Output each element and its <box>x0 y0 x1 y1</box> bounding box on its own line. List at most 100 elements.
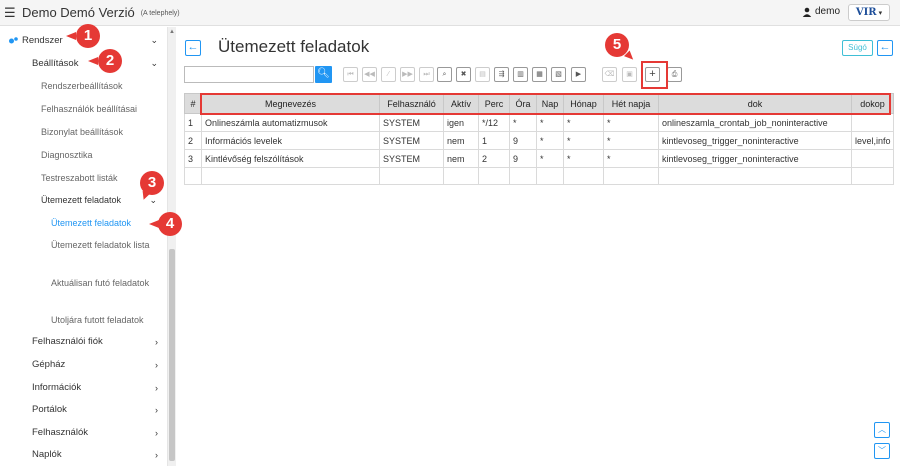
sidebar-item-gephaz[interactable]: Gépház › <box>32 359 158 370</box>
sidebar-item-label: Utoljára futott feladatok <box>51 315 144 325</box>
table-cell: */12 <box>478 113 510 132</box>
table-row[interactable]: 3 Kintlévőség felszólítások SYSTEM nem 2… <box>184 149 894 168</box>
table-row[interactable]: 2 Információs levelek SYSTEM nem 1 9 * *… <box>184 131 894 150</box>
sidebar-item-informaciok[interactable]: Információk › <box>32 382 158 393</box>
first-page-button[interactable]: ⏮ <box>343 67 358 82</box>
edit-button[interactable]: ▣ <box>622 67 637 82</box>
sidebar-item-felhasznalok[interactable]: Felhasználók › <box>32 427 158 438</box>
annotation-pointer <box>66 32 76 40</box>
sidebar-item-utemezett-feladatok-lista[interactable]: Ütemezett feladatok lista <box>51 239 163 251</box>
table-cell: SYSTEM <box>379 149 444 168</box>
chevron-right-icon: › <box>155 336 158 347</box>
table-cell: kintlevoseg_trigger_noninteractive <box>658 131 852 150</box>
table-cell: 1 <box>184 113 202 132</box>
sidebar-item-label: Rendszer <box>22 35 63 46</box>
chevron-right-icon: › <box>155 382 158 393</box>
sidebar-item-naplok[interactable]: Naplók › <box>32 449 158 460</box>
import-icon: ▶ <box>575 71 582 78</box>
sidebar-item-label: Bizonylat beállítások <box>41 127 124 137</box>
import-button[interactable]: ▶ <box>571 67 586 82</box>
hamburger-menu-icon[interactable]: ☰ <box>4 5 18 21</box>
table-cell: kintlevoseg_trigger_noninteractive <box>658 149 852 168</box>
sidebar-item-utemezett-feladatok-active[interactable]: Ütemezett feladatok <box>51 217 163 229</box>
document-button[interactable]: ▤ <box>475 67 490 82</box>
sidebar: Rendszer ⌄ Beállítások ⌄ Rendszerbeállít… <box>0 27 176 466</box>
sidebar-item-utoljara-futott[interactable]: Utoljára futott feladatok <box>51 314 163 326</box>
back-button[interactable]: ← <box>185 40 201 56</box>
sidebar-item-label: Információk <box>32 382 82 393</box>
sidebar-item-aktualisan-futo[interactable]: Aktuálisan futó feladatok <box>51 277 163 289</box>
file-export-button[interactable]: ▧ <box>551 67 566 82</box>
sidebar-item-rendszerbeallitasok[interactable]: Rendszerbeállítások <box>41 81 161 91</box>
table-cell: * <box>563 149 604 168</box>
backspace-icon: ⌫ <box>604 71 615 78</box>
document-icon: ▤ <box>479 71 486 78</box>
delete-button[interactable]: ⌫ <box>602 67 617 82</box>
chevron-right-icon: › <box>155 427 158 438</box>
sidebar-item-label: Ütemezett feladatok <box>41 195 122 205</box>
table-cell: * <box>563 131 604 150</box>
app-subtitle: (A telephely) <box>140 10 180 17</box>
table-cell: 1 <box>478 131 510 150</box>
scroll-bottom-button[interactable]: ﹀ <box>874 443 890 459</box>
prev-page-icon: ◀◀ <box>364 71 375 78</box>
user-menu[interactable]: demo <box>802 6 840 17</box>
chevron-up-icon: ︿ <box>878 425 886 434</box>
table-cell: igen <box>443 113 479 132</box>
scrollbar-thumb[interactable] <box>169 249 175 461</box>
search-icon: 🔍︎ <box>317 68 330 79</box>
sidebar-item-bizonylat-beallitasok[interactable]: Bizonylat beállítások <box>41 127 161 137</box>
filter-button[interactable]: ⌕ <box>437 67 452 82</box>
clear-filter-button[interactable]: ✖ <box>456 67 471 82</box>
search-button[interactable]: 🔍︎ <box>315 66 332 83</box>
sidebar-item-label: Beállítások <box>32 58 79 69</box>
help-button[interactable]: Súgó <box>842 40 873 56</box>
table-cell: 2 <box>478 149 510 168</box>
sidebar-item-felhasznaloi-fiok[interactable]: Felhasználói fiók › <box>32 336 158 347</box>
last-page-button[interactable]: ⏭ <box>419 67 434 82</box>
edit-icon: ▣ <box>626 71 633 78</box>
sidebar-item-felhasznalok-beallitasai[interactable]: Felhasználók beállításai <box>41 104 161 114</box>
first-page-icon: ⏮ <box>347 71 354 78</box>
table-cell: nem <box>443 131 479 150</box>
file-export-icon: ▧ <box>555 71 562 78</box>
gears-icon <box>9 37 18 44</box>
chevron-down-icon: ⌄ <box>149 194 157 205</box>
arrow-left-icon: ← <box>187 41 199 53</box>
back-button-right[interactable]: ← <box>877 40 893 56</box>
logo-menu-button[interactable]: VIR ▾ <box>848 4 890 21</box>
sidebar-item-label: Aktuálisan futó feladatok <box>51 278 150 288</box>
annotation-pointer <box>149 220 159 228</box>
sidebar-item-label: Ütemezett feladatok <box>51 218 132 228</box>
print-icon: ⎙ <box>671 71 678 78</box>
table-cell: SYSTEM <box>379 131 444 150</box>
chevron-right-icon: › <box>155 359 158 370</box>
scroll-up-icon[interactable]: ▲ <box>169 29 175 35</box>
annotation-highlight-table-header <box>200 93 891 115</box>
column-header[interactable]: # <box>184 93 202 114</box>
clear-filter-icon: ✖ <box>460 71 467 78</box>
magnifier-icon: ⌕ <box>442 71 447 78</box>
caret-down-icon: ▾ <box>878 8 883 17</box>
file-button[interactable]: ▦ <box>532 67 547 82</box>
table-row[interactable]: 1 Onlineszámla automatizmusok SYSTEM ige… <box>184 113 894 132</box>
sidebar-item-portalok[interactable]: Portálok › <box>32 404 158 415</box>
print-button[interactable]: ⎙ <box>667 67 682 82</box>
next-page-button[interactable]: ▶▶ <box>400 67 415 82</box>
sidebar-item-label: Gépház <box>32 359 66 370</box>
annotation-badge-2: 2 <box>98 49 122 73</box>
sidebar-item-diagnosztika[interactable]: Diagnosztika <box>41 150 161 160</box>
scroll-top-button[interactable]: ︿ <box>874 422 890 438</box>
export-button[interactable]: ⇶ <box>494 67 509 82</box>
sidebar-item-label: Felhasználók <box>32 427 88 438</box>
sidebar-scrollbar[interactable]: ▲ <box>167 27 176 466</box>
page-indicator: ⁄ <box>381 67 396 82</box>
arrow-left-icon: ← <box>879 41 891 53</box>
chevron-down-icon: ⌄ <box>150 35 158 45</box>
prev-page-button[interactable]: ◀◀ <box>362 67 377 82</box>
table-cell: * <box>536 113 564 132</box>
table-cell: onlineszamla_crontab_job_noninteractive <box>658 113 852 132</box>
sidebar-item-label: Ütemezett feladatok lista <box>51 240 150 250</box>
search-input[interactable] <box>184 66 314 83</box>
copy-button[interactable]: ▥ <box>513 67 528 82</box>
